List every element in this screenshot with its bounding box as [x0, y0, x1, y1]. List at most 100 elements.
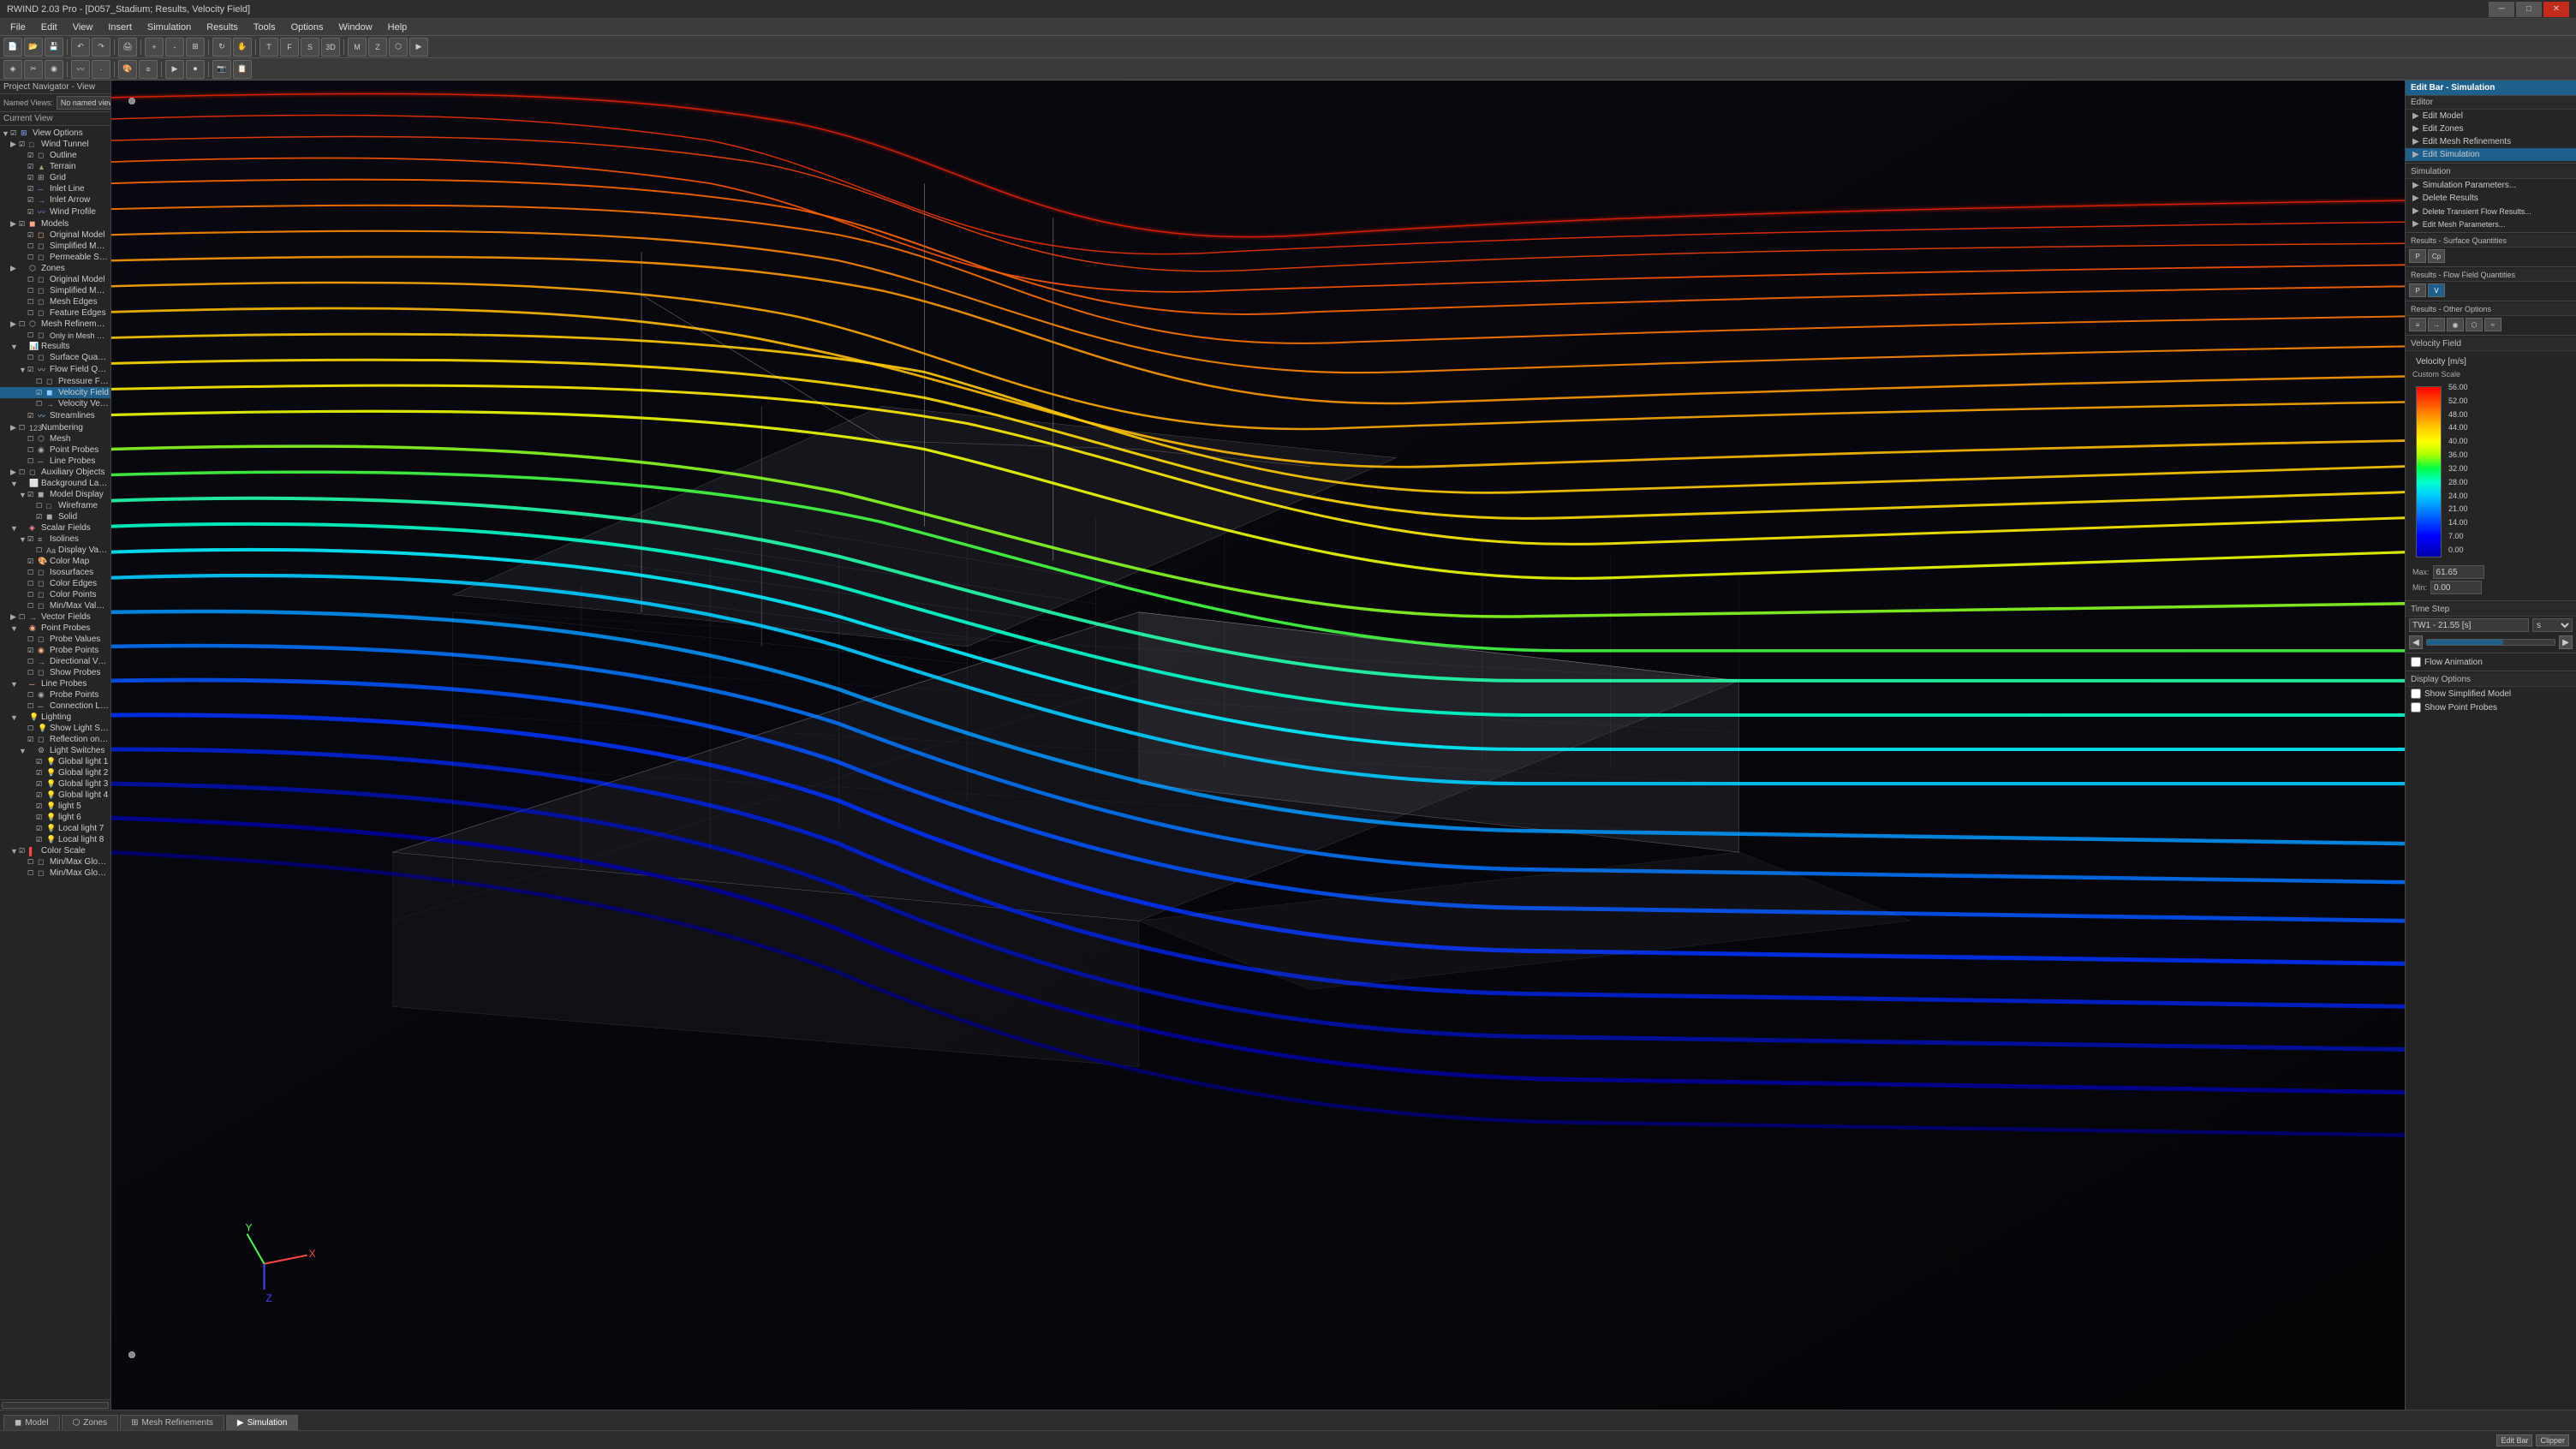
edit-mesh-refinements-button[interactable]: ▶ Edit Mesh Refinements [2406, 135, 2576, 148]
delete-transient-button[interactable]: ▶ Delete Transient Flow Results... [2406, 205, 2576, 218]
tree-isosurfaces[interactable]: ☐◻ Isosurfaces [0, 567, 110, 578]
tree-minmax-global-time[interactable]: ☐◻ Min/Max Global in Time [0, 868, 110, 879]
animation-button[interactable]: ▶ [165, 60, 184, 79]
view-top-button[interactable]: T [259, 38, 278, 57]
redo-button[interactable]: ↷ [92, 38, 110, 57]
tree-connection-lines[interactable]: ☐─ Connection Lines [0, 701, 110, 712]
model-tab-button[interactable]: M [348, 38, 367, 57]
max-value-input[interactable] [2433, 565, 2484, 579]
opt-btn-3[interactable]: ◉ [2447, 318, 2464, 331]
zones-tab-button[interactable]: Z [368, 38, 387, 57]
opt-btn-5[interactable]: ≈ [2484, 318, 2501, 331]
tree-global-light-1[interactable]: ☑💡 Global light 1 [0, 756, 110, 767]
menu-window[interactable]: Window [332, 21, 379, 34]
tree-vector-fields[interactable]: ▶☐→ Vector Fields [0, 611, 110, 623]
edit-bar-button[interactable]: Edit Bar [2496, 1434, 2532, 1446]
tree-numbering[interactable]: ▶☐123 Numbering [0, 422, 110, 433]
tree-mesh-edges[interactable]: ☐◻ Mesh Edges [0, 296, 110, 307]
pan-button[interactable]: ✋ [233, 38, 252, 57]
tree-streamlines[interactable]: ☑〰 Streamlines [0, 409, 110, 422]
tree-outline[interactable]: ☑◻ Outline [0, 150, 110, 161]
zoom-out-button[interactable]: - [165, 38, 184, 57]
named-views-select[interactable]: No named views [57, 96, 111, 110]
tree-wind-profile[interactable]: ☑〰 Wind Profile [0, 206, 110, 218]
tree-only-mesh[interactable]: ☐◻ Only in Mesh Refinement Ed... [0, 330, 110, 341]
tree-probe-points-lp[interactable]: ☐◉ Probe Points [0, 689, 110, 701]
viewport[interactable]: X Y Z [111, 80, 2405, 1410]
view-side-button[interactable]: S [301, 38, 319, 57]
menu-file[interactable]: File [3, 21, 33, 34]
tree-global-light-4[interactable]: ☑💡 Global light 4 [0, 790, 110, 801]
flow-animation-checkbox[interactable] [2411, 657, 2421, 667]
record-button[interactable]: ⏺ [186, 60, 205, 79]
tab-model[interactable]: ◼ Model [3, 1415, 60, 1430]
tree-minmax-values[interactable]: ☐◻ Min/Max Values [0, 600, 110, 611]
tree-display-values[interactable]: ☐Aa Display Values [0, 545, 110, 556]
velocity-flow-btn[interactable]: V [2428, 283, 2445, 297]
opt-btn-2[interactable]: → [2428, 318, 2445, 331]
view-3d-button[interactable]: 3D [321, 38, 340, 57]
time-prev-button[interactable]: ◀ [2409, 635, 2423, 649]
tree-wireframe[interactable]: ☐□ Wireframe [0, 500, 110, 511]
menu-edit[interactable]: Edit [34, 21, 64, 34]
tree-velocity-field[interactable]: ☑◼ Velocity Field [0, 387, 110, 398]
min-value-input[interactable] [2430, 581, 2482, 594]
menu-options[interactable]: Options [284, 21, 331, 34]
tree-simplified-model[interactable]: ☐◻ Simplified Model [0, 241, 110, 252]
tree-feature-edges[interactable]: ☐◻ Feature Edges [0, 307, 110, 319]
edit-zones-button[interactable]: ▶ Edit Zones [2406, 122, 2576, 135]
edit-mesh-params-button[interactable]: ▶ Edit Mesh Parameters... [2406, 218, 2576, 230]
time-step-select[interactable]: s [2532, 618, 2573, 632]
mesh-tab-button[interactable]: ⬡ [389, 38, 408, 57]
tab-zones[interactable]: ⬡ Zones [62, 1415, 119, 1430]
menu-insert[interactable]: Insert [101, 21, 139, 34]
report-button[interactable]: 📋 [233, 60, 252, 79]
tab-simulation[interactable]: ▶ Simulation [226, 1415, 298, 1430]
open-button[interactable]: 📂 [24, 38, 43, 57]
undo-button[interactable]: ↶ [71, 38, 90, 57]
tree-pressure-field[interactable]: ☐◻ Pressure Field [0, 376, 110, 387]
tree-minmax-global-space[interactable]: ☐◻ Min/Max Global in Space [0, 856, 110, 868]
tree-directional-vectors[interactable]: ☐→ Directional Vectors [0, 656, 110, 667]
tree-terrain[interactable]: ☑▲ Terrain [0, 161, 110, 172]
time-slider[interactable] [2426, 639, 2555, 646]
tree-line-probes-r[interactable]: ▼ ─ Line Probes [0, 678, 110, 689]
particle-button[interactable]: · [92, 60, 110, 79]
pressure-flow-btn[interactable]: P [2409, 283, 2426, 297]
tree-color-edges[interactable]: ☐◻ Color Edges [0, 578, 110, 589]
sim-tab-button[interactable]: ▶ [409, 38, 428, 57]
tree-show-light-sources[interactable]: ☐💡 Show Light Sources [0, 723, 110, 734]
tree-scalar-fields[interactable]: ▼ ◈ Scalar Fields [0, 522, 110, 534]
tree-solid[interactable]: ☑◼ Solid [0, 511, 110, 522]
tree-inlet-line[interactable]: ☑─ Inlet Line [0, 183, 110, 194]
new-button[interactable]: 📄 [3, 38, 22, 57]
menu-results[interactable]: Results [200, 21, 245, 34]
tree-lighting[interactable]: ▼ 💡 Lighting [0, 712, 110, 723]
tree-velocity-vectors[interactable]: ☐→ Velocity Vectors [0, 398, 110, 409]
tree-flow-field-qty[interactable]: ▼☑〰 Flow Field Quantities [0, 363, 110, 376]
edit-model-button[interactable]: ▶ Edit Model [2406, 110, 2576, 122]
zoom-in-button[interactable]: + [145, 38, 164, 57]
tree-color-points[interactable]: ☐◻ Color Points [0, 589, 110, 600]
tree-grid[interactable]: ☑⊞ Grid [0, 172, 110, 183]
tree-global-light-2[interactable]: ☑💡 Global light 2 [0, 767, 110, 778]
opt-btn-1[interactable]: ≡ [2409, 318, 2426, 331]
legend-button[interactable]: ≡ [139, 60, 158, 79]
zoom-fit-button[interactable]: ⊞ [186, 38, 205, 57]
tree-show-probes[interactable]: ☐◻ Show Probes [0, 667, 110, 678]
tree-color-map[interactable]: ☑🎨 Color Map [0, 556, 110, 567]
delete-results-button[interactable]: ▶ Delete Results [2406, 192, 2576, 205]
tree-model-display[interactable]: ▼☑◼ Model Display [0, 489, 110, 500]
menu-help[interactable]: Help [381, 21, 414, 34]
tree-auxiliary-objects[interactable]: ▶☐◻ Auxiliary Objects [0, 467, 110, 478]
simulation-params-button[interactable]: ▶ Simulation Parameters... [2406, 179, 2576, 192]
tree-color-scale[interactable]: ▼☑▌ Color Scale [0, 845, 110, 856]
tree-models[interactable]: ▶☑◼ Models [0, 218, 110, 230]
color-scale-button[interactable]: 🎨 [118, 60, 137, 79]
print-button[interactable]: 🖨 [118, 38, 137, 57]
tree-point-probes-r[interactable]: ▼ ◉ Point Probes [0, 623, 110, 634]
tree-original-model[interactable]: ☑◻ Original Model [0, 230, 110, 241]
menu-simulation[interactable]: Simulation [140, 21, 198, 34]
maximize-button[interactable]: □ [2516, 2, 2542, 17]
save-button[interactable]: 💾 [45, 38, 63, 57]
